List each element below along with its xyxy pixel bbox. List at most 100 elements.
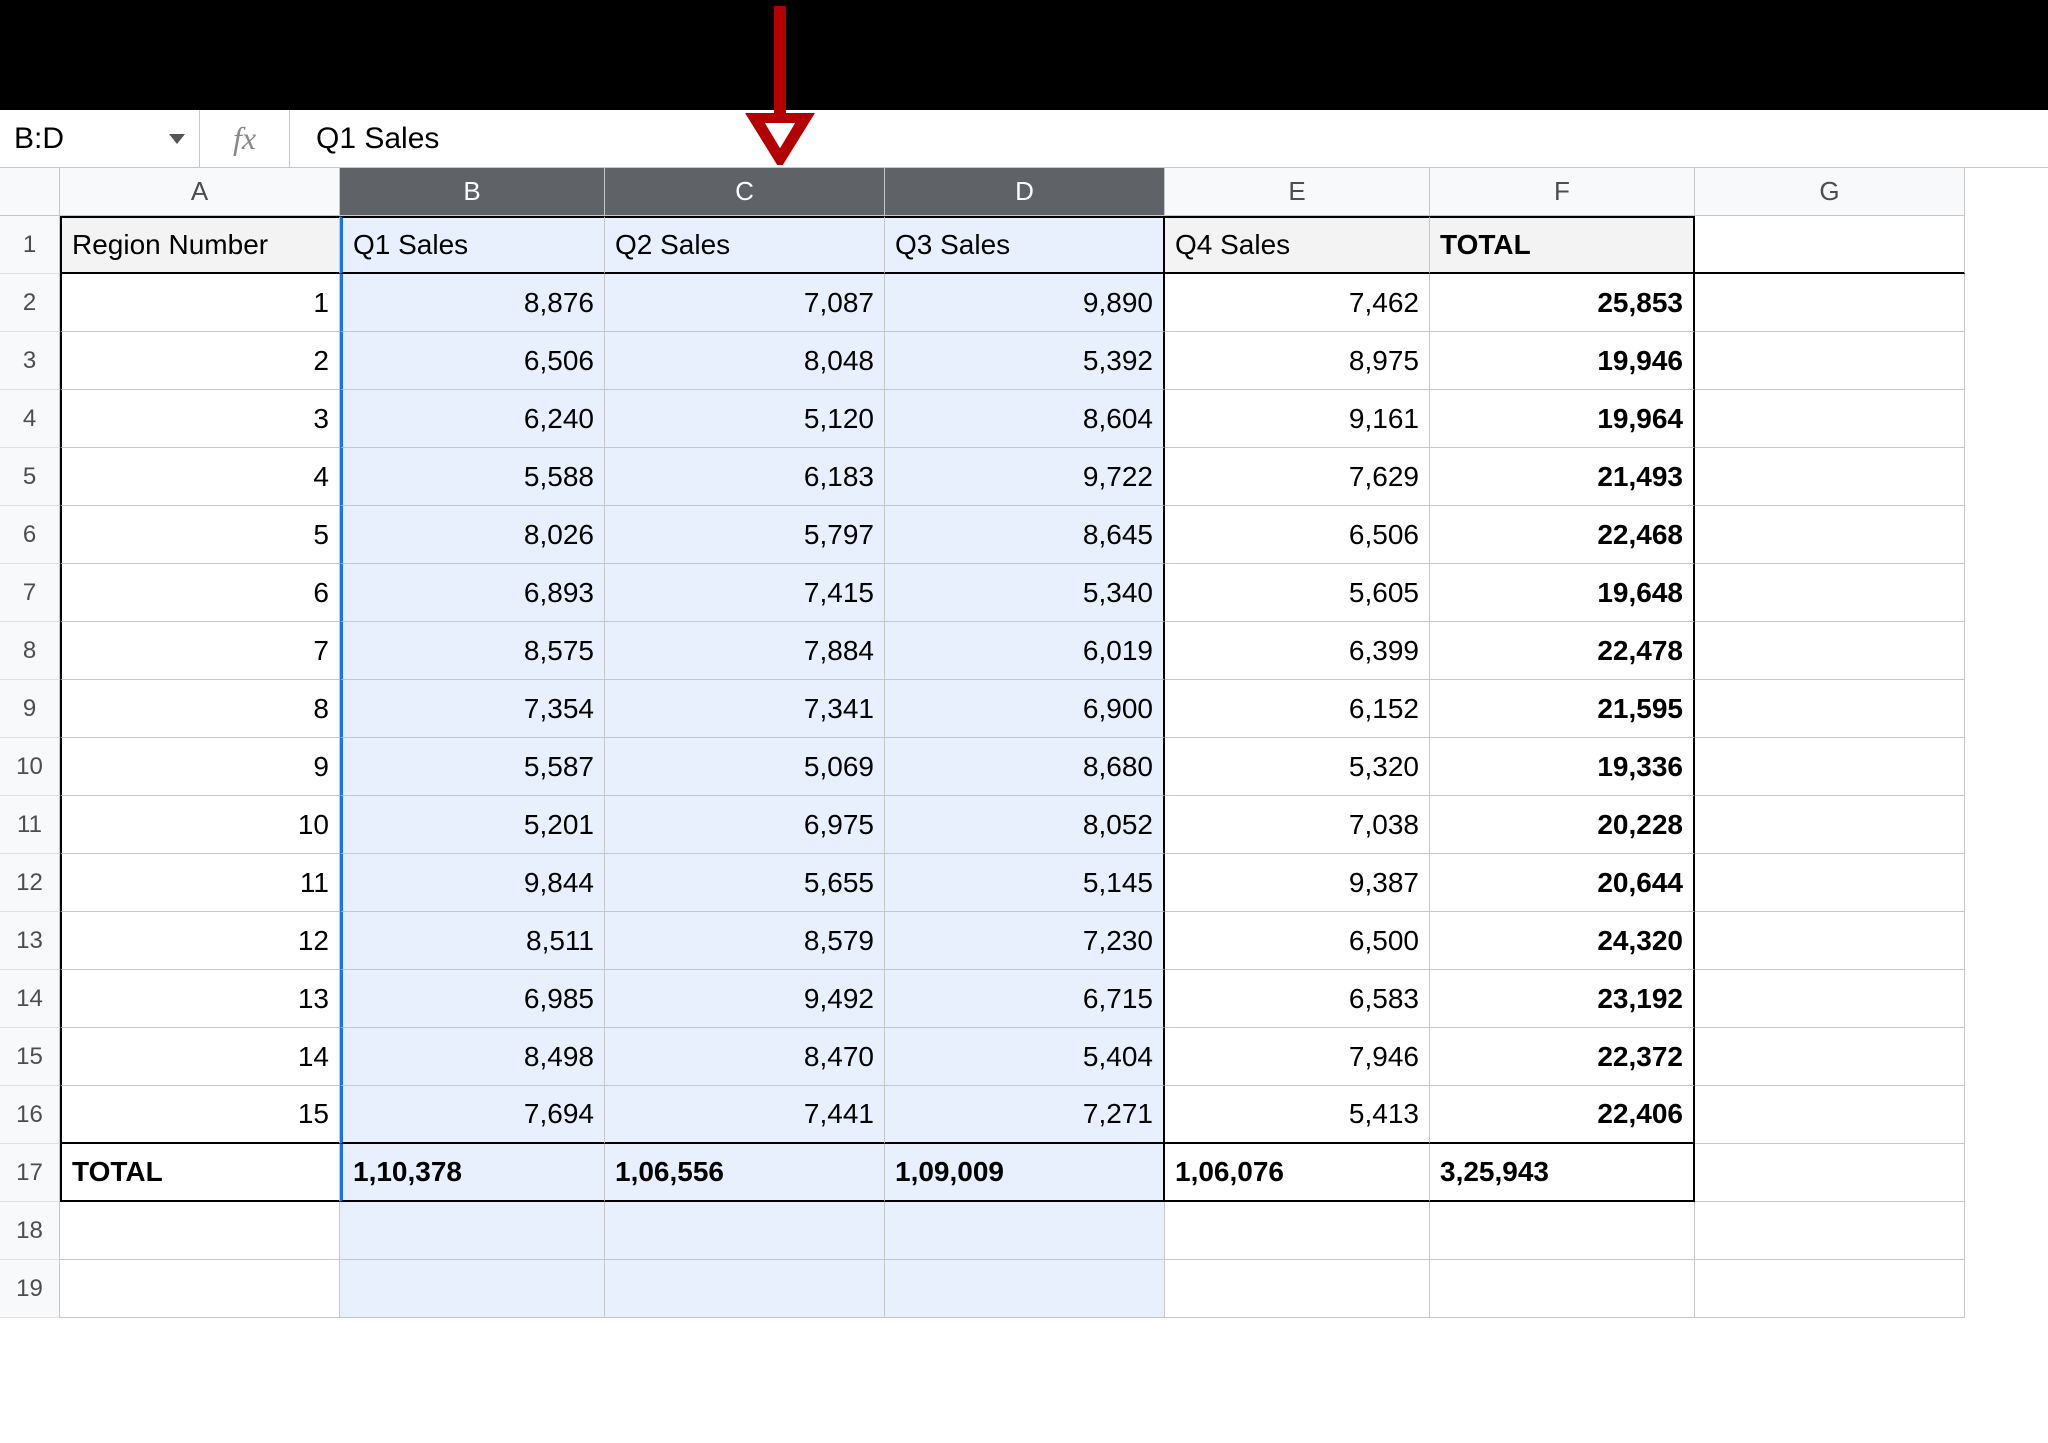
cell-F4[interactable]: 19,964 xyxy=(1430,390,1695,448)
cell-G14[interactable] xyxy=(1695,970,1965,1028)
cell-A17[interactable]: TOTAL xyxy=(60,1144,340,1202)
cell-D3[interactable]: 5,392 xyxy=(885,332,1165,390)
cell-C3[interactable]: 8,048 xyxy=(605,332,885,390)
row-header-19[interactable]: 19 xyxy=(0,1260,60,1318)
cell-D10[interactable]: 8,680 xyxy=(885,738,1165,796)
cell-F18[interactable] xyxy=(1430,1202,1695,1260)
cell-D7[interactable]: 5,340 xyxy=(885,564,1165,622)
cell-A14[interactable]: 13 xyxy=(60,970,340,1028)
cell-F17[interactable]: 3,25,943 xyxy=(1430,1144,1695,1202)
cell-D9[interactable]: 6,900 xyxy=(885,680,1165,738)
cell-E8[interactable]: 6,399 xyxy=(1165,622,1430,680)
row-header-5[interactable]: 5 xyxy=(0,448,60,506)
row-header-8[interactable]: 8 xyxy=(0,622,60,680)
cell-B11[interactable]: 5,201 xyxy=(340,796,605,854)
cell-G15[interactable] xyxy=(1695,1028,1965,1086)
cell-G17[interactable] xyxy=(1695,1144,1965,1202)
cell-C6[interactable]: 5,797 xyxy=(605,506,885,564)
cell-F9[interactable]: 21,595 xyxy=(1430,680,1695,738)
cell-E2[interactable]: 7,462 xyxy=(1165,274,1430,332)
cell-E15[interactable]: 7,946 xyxy=(1165,1028,1430,1086)
row-header-16[interactable]: 16 xyxy=(0,1086,60,1144)
fx-icon[interactable]: fx xyxy=(200,110,290,167)
cell-F14[interactable]: 23,192 xyxy=(1430,970,1695,1028)
column-header-D[interactable]: D xyxy=(885,168,1165,216)
cell-G18[interactable] xyxy=(1695,1202,1965,1260)
cell-F8[interactable]: 22,478 xyxy=(1430,622,1695,680)
cell-A19[interactable] xyxy=(60,1260,340,1318)
cell-B12[interactable]: 9,844 xyxy=(340,854,605,912)
cell-B15[interactable]: 8,498 xyxy=(340,1028,605,1086)
cell-C9[interactable]: 7,341 xyxy=(605,680,885,738)
row-header-17[interactable]: 17 xyxy=(0,1144,60,1202)
formula-input[interactable] xyxy=(290,110,2048,167)
cell-E19[interactable] xyxy=(1165,1260,1430,1318)
cell-D6[interactable]: 8,645 xyxy=(885,506,1165,564)
cell-C11[interactable]: 6,975 xyxy=(605,796,885,854)
cell-F11[interactable]: 20,228 xyxy=(1430,796,1695,854)
cell-D11[interactable]: 8,052 xyxy=(885,796,1165,854)
cell-C4[interactable]: 5,120 xyxy=(605,390,885,448)
cell-B3[interactable]: 6,506 xyxy=(340,332,605,390)
cell-E7[interactable]: 5,605 xyxy=(1165,564,1430,622)
cell-C18[interactable] xyxy=(605,1202,885,1260)
row-header-3[interactable]: 3 xyxy=(0,332,60,390)
column-header-F[interactable]: F xyxy=(1430,168,1695,216)
cell-D8[interactable]: 6,019 xyxy=(885,622,1165,680)
cell-C15[interactable]: 8,470 xyxy=(605,1028,885,1086)
chevron-down-icon[interactable] xyxy=(169,134,185,144)
row-header-14[interactable]: 14 xyxy=(0,970,60,1028)
cell-D16[interactable]: 7,271 xyxy=(885,1086,1165,1144)
cell-E18[interactable] xyxy=(1165,1202,1430,1260)
row-header-18[interactable]: 18 xyxy=(0,1202,60,1260)
cell-F7[interactable]: 19,648 xyxy=(1430,564,1695,622)
cell-A15[interactable]: 14 xyxy=(60,1028,340,1086)
cell-E16[interactable]: 5,413 xyxy=(1165,1086,1430,1144)
cell-E10[interactable]: 5,320 xyxy=(1165,738,1430,796)
cell-E13[interactable]: 6,500 xyxy=(1165,912,1430,970)
cell-A10[interactable]: 9 xyxy=(60,738,340,796)
cell-E3[interactable]: 8,975 xyxy=(1165,332,1430,390)
cell-F6[interactable]: 22,468 xyxy=(1430,506,1695,564)
cell-B16[interactable]: 7,694 xyxy=(340,1086,605,1144)
cell-B4[interactable]: 6,240 xyxy=(340,390,605,448)
row-header-7[interactable]: 7 xyxy=(0,564,60,622)
cell-B7[interactable]: 6,893 xyxy=(340,564,605,622)
cell-E17[interactable]: 1,06,076 xyxy=(1165,1144,1430,1202)
cell-G7[interactable] xyxy=(1695,564,1965,622)
cell-C16[interactable]: 7,441 xyxy=(605,1086,885,1144)
column-header-A[interactable]: A xyxy=(60,168,340,216)
cell-F1[interactable]: TOTAL xyxy=(1430,216,1695,274)
cell-B13[interactable]: 8,511 xyxy=(340,912,605,970)
row-header-6[interactable]: 6 xyxy=(0,506,60,564)
cell-G1[interactable] xyxy=(1695,216,1965,274)
cell-E1[interactable]: Q4 Sales xyxy=(1165,216,1430,274)
cell-G16[interactable] xyxy=(1695,1086,1965,1144)
cell-C10[interactable]: 5,069 xyxy=(605,738,885,796)
cell-E4[interactable]: 9,161 xyxy=(1165,390,1430,448)
column-header-C[interactable]: C xyxy=(605,168,885,216)
cell-C12[interactable]: 5,655 xyxy=(605,854,885,912)
cell-G12[interactable] xyxy=(1695,854,1965,912)
cell-A9[interactable]: 8 xyxy=(60,680,340,738)
cell-G10[interactable] xyxy=(1695,738,1965,796)
cell-G9[interactable] xyxy=(1695,680,1965,738)
cell-B2[interactable]: 8,876 xyxy=(340,274,605,332)
cell-C17[interactable]: 1,06,556 xyxy=(605,1144,885,1202)
cell-C5[interactable]: 6,183 xyxy=(605,448,885,506)
cell-B17[interactable]: 1,10,378 xyxy=(340,1144,605,1202)
cell-C19[interactable] xyxy=(605,1260,885,1318)
row-header-2[interactable]: 2 xyxy=(0,274,60,332)
cell-F12[interactable]: 20,644 xyxy=(1430,854,1695,912)
cell-F3[interactable]: 19,946 xyxy=(1430,332,1695,390)
cell-A11[interactable]: 10 xyxy=(60,796,340,854)
cell-C7[interactable]: 7,415 xyxy=(605,564,885,622)
cell-G2[interactable] xyxy=(1695,274,1965,332)
cell-G13[interactable] xyxy=(1695,912,1965,970)
cell-F2[interactable]: 25,853 xyxy=(1430,274,1695,332)
row-header-13[interactable]: 13 xyxy=(0,912,60,970)
cell-A2[interactable]: 1 xyxy=(60,274,340,332)
cell-G11[interactable] xyxy=(1695,796,1965,854)
cell-A7[interactable]: 6 xyxy=(60,564,340,622)
column-header-G[interactable]: G xyxy=(1695,168,1965,216)
